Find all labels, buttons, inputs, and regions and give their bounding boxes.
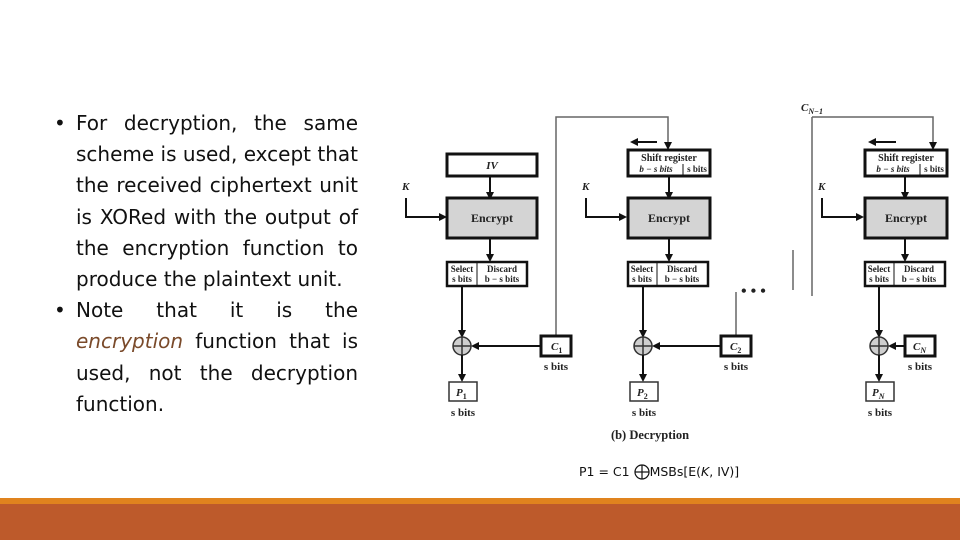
- stage-n: Shift register b − s bits s bits K Encry…: [817, 138, 949, 419]
- plain-bits: s bits: [632, 407, 657, 419]
- discard-bits: b − s bits: [665, 274, 700, 284]
- shift-right-bits: s bits: [924, 164, 944, 174]
- encrypt-label: Encrypt: [471, 211, 513, 225]
- shift-left-bits: b − s bits: [876, 164, 910, 174]
- shift-register-label: Shift register: [878, 153, 934, 164]
- ellipsis: • • •: [741, 283, 766, 300]
- cipher-bits: s bits: [908, 361, 933, 373]
- key-label: K: [581, 181, 590, 193]
- stage-1: IV K Encrypt Select s bits Discard b − s…: [401, 152, 573, 419]
- feedback-line-cn1: [812, 116, 937, 150]
- select-bits: s bits: [869, 274, 889, 284]
- shift-register-label: Shift register: [641, 153, 697, 164]
- select-bits: s bits: [632, 274, 652, 284]
- cipher-bits: s bits: [724, 361, 749, 373]
- formula-rhs-suffix: , IV)]: [709, 464, 740, 479]
- discard-bits: b − s bits: [485, 274, 520, 284]
- formula: P1 = C1 MSBs[E(K, IV)]: [579, 464, 739, 480]
- cfb-decryption-diagram: CN−1 • • • IV K Encrypt Select s bits Di…: [401, 102, 949, 442]
- diagram-caption: (b) Decryption: [611, 428, 689, 442]
- key-label: K: [817, 181, 826, 193]
- select-label: Select: [451, 264, 474, 274]
- select-label: Select: [868, 264, 891, 274]
- formula-rhs-prefix: MSBs[E(: [649, 464, 702, 479]
- discard-label: Discard: [904, 264, 934, 274]
- key-label: K: [401, 181, 410, 193]
- select-bits: s bits: [452, 274, 472, 284]
- formula-lhs: P1 = C1: [579, 464, 630, 479]
- encrypt-label: Encrypt: [648, 211, 690, 225]
- encrypt-label: Encrypt: [885, 211, 927, 225]
- xor-icon: [633, 464, 650, 480]
- discard-label: Discard: [487, 264, 517, 274]
- discard-label: Discard: [667, 264, 697, 274]
- discard-bits: b − s bits: [902, 274, 937, 284]
- stage-2: Shift register b − s bits s bits K Encry…: [581, 138, 753, 442]
- cipher-bits: s bits: [544, 361, 569, 373]
- footer-bar: [0, 504, 960, 540]
- plain-bits: s bits: [451, 407, 476, 419]
- plain-bits: s bits: [868, 407, 893, 419]
- select-label: Select: [631, 264, 654, 274]
- shift-left-bits: b − s bits: [639, 164, 673, 174]
- shift-right-bits: s bits: [687, 164, 707, 174]
- iv-label: IV: [485, 160, 499, 172]
- feedback-label: CN−1: [801, 102, 823, 116]
